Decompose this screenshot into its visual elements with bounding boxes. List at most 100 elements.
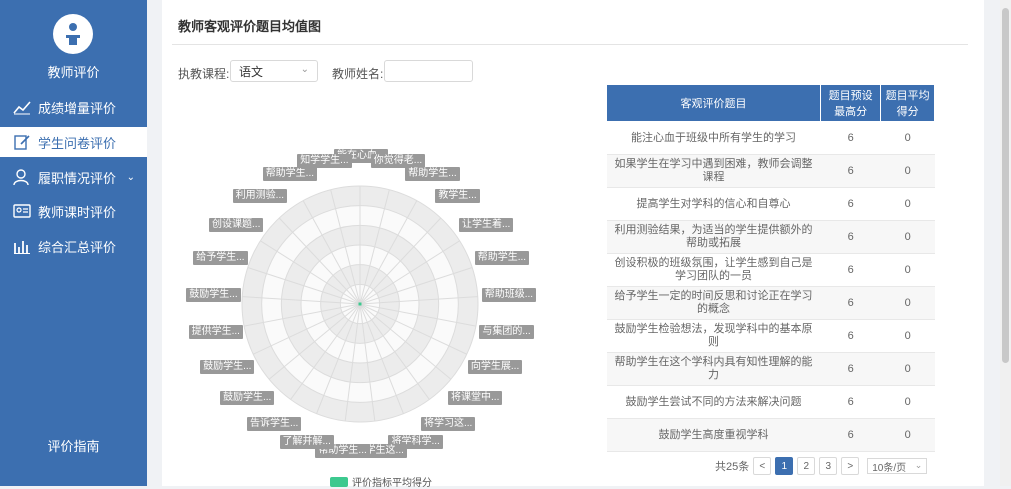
radar-axis-label: 帮助学生... xyxy=(405,167,460,182)
chart-legend[interactable]: 评价指标平均得分 xyxy=(330,474,432,489)
radar-axis-label: 了解并解... xyxy=(279,434,334,449)
sidebar-item-label: 综合汇总评价 xyxy=(38,239,117,255)
sidebar-item-label: 学生问卷评价 xyxy=(38,135,117,151)
sidebar-item-student-survey[interactable]: 学生问卷评价 xyxy=(0,127,147,157)
legend-label: 评价指标平均得分 xyxy=(352,478,432,489)
radar-axis-label: 鼓励学生... xyxy=(200,360,255,374)
indicator-cell: 创设积极的班级氛围，让学生感到自己是学习团队的一员 xyxy=(606,253,821,287)
indicator-cell: 鼓励学生尝试不同的方法来解决问题 xyxy=(606,385,821,419)
radar-axis-label: 利用测验... xyxy=(232,189,288,204)
column-header: 题目平均得分 xyxy=(880,84,935,122)
user-icon xyxy=(12,167,32,187)
radar-axis-label: 与集团的... xyxy=(479,324,534,339)
max-score-cell: 6 xyxy=(820,385,881,419)
bar-chart-icon xyxy=(12,236,32,256)
avg-score-cell: 0 xyxy=(880,385,935,419)
sidebar-item-summary[interactable]: 综合汇总评价 xyxy=(0,231,147,261)
page-size-select[interactable]: 10条/页 ⌄ xyxy=(867,458,928,474)
trend-icon xyxy=(12,97,32,117)
avg-score-cell: 0 xyxy=(880,154,935,188)
sidebar-item-label: 教师课时评价 xyxy=(38,204,117,220)
table-header-row: 客观评价题目 题目预设最高分 题目平均得分 xyxy=(606,84,935,122)
teacher-label: 教师姓名: xyxy=(332,67,384,81)
indicator-cell: 鼓励学生检验想法，发现学科中的基本原则 xyxy=(606,319,821,353)
avg-score-cell: 0 xyxy=(880,352,935,386)
avg-score-cell: 0 xyxy=(880,253,935,287)
chevron-down-icon: ⌄ xyxy=(300,64,309,75)
table-row: 创设积极的班级氛围，让学生感到自己是学习团队的一员 6 0 xyxy=(606,253,935,287)
page-button[interactable]: 2 xyxy=(797,457,816,475)
sidebar: 教师评价 成绩增量评价 学生问卷评价 履职情况评价 ⌄ 教师课时评价 综合汇总评… xyxy=(0,0,147,486)
table-row: 能注心血于班级中所有学生的学习 6 0 xyxy=(606,121,935,155)
radar-axis-label: 鼓励学生... xyxy=(219,391,275,406)
next-page-button[interactable]: > xyxy=(841,457,860,475)
max-score-cell: 6 xyxy=(820,319,881,353)
radar-axis-label: 将课堂中... xyxy=(448,391,503,406)
chevron-down-icon: ⌄ xyxy=(914,460,923,470)
pagination: 共25条 < 1 2 3 > 10条/页 ⌄ xyxy=(715,457,928,475)
teacher-podium-icon xyxy=(66,23,80,45)
page-button[interactable]: 3 xyxy=(819,457,838,475)
radar-axis-label: 帮助班级... xyxy=(481,287,537,302)
indicator-cell: 帮助学生在这个学科内具有知性理解的能力 xyxy=(606,352,821,386)
radar-axis-label: 提供学生... xyxy=(188,324,243,339)
legend-swatch xyxy=(330,476,348,487)
course-label: 执教课程: xyxy=(178,67,230,81)
max-score-cell: 6 xyxy=(820,121,881,155)
indicator-cell: 鼓励学生高度重视学科 xyxy=(606,418,821,452)
edit-icon xyxy=(12,132,32,152)
radar-axis-label: 将学习这... xyxy=(420,416,476,431)
radar-axis-label: 鼓励学生... xyxy=(186,287,241,302)
course-select[interactable]: 语文 ⌄ xyxy=(230,60,318,82)
sidebar-item-label: 成绩增量评价 xyxy=(38,100,117,116)
radar-point[interactable] xyxy=(358,302,362,306)
course-select-value: 语文 xyxy=(239,64,264,79)
page-title: 教师客观评价题目均值图 xyxy=(178,19,322,34)
max-score-cell: 6 xyxy=(820,220,881,254)
max-score-cell: 6 xyxy=(820,352,881,386)
max-score-cell: 6 xyxy=(820,253,881,287)
total-count: 共25条 xyxy=(715,461,750,473)
indicator-cell: 如果学生在学习中遇到困难，教师会调整课程 xyxy=(606,154,821,188)
table-row: 提高学生对学科的信心和自尊心 6 0 xyxy=(606,187,935,221)
indicator-table: 客观评价题目 题目预设最高分 题目平均得分 能注心血于班级中所有学生的学习 6 0 如… xyxy=(606,84,935,452)
indicator-cell: 给予学生一定的时间反思和讨论正在学习的概念 xyxy=(606,286,821,320)
id-card-icon xyxy=(12,201,32,221)
radar-axis-label: 你觉得老... xyxy=(370,153,426,168)
indicator-cell: 提高学生对学科的信心和自尊心 xyxy=(606,187,821,221)
table-row: 利用测验结果，为适当的学生提供额外的帮助或拓展 6 0 xyxy=(606,220,935,254)
avg-score-cell: 0 xyxy=(880,319,935,353)
column-header: 客观评价题目 xyxy=(606,84,821,122)
teacher-name-input[interactable] xyxy=(384,60,473,82)
scrollbar-thumb[interactable] xyxy=(1002,8,1009,363)
divider xyxy=(172,44,968,45)
page-button[interactable]: 1 xyxy=(775,457,794,475)
sidebar-item-score-increment[interactable]: 成绩增量评价 xyxy=(0,92,147,122)
chevron-down-icon: ⌄ xyxy=(126,171,135,183)
radar-axis-label: 给予学生... xyxy=(193,251,248,266)
radar-axis-label: 帮助学生... xyxy=(474,251,530,266)
sidebar-item-duty[interactable]: 履职情况评价 ⌄ xyxy=(0,162,147,192)
sidebar-item-label: 履职情况评价 xyxy=(38,170,117,186)
table-row: 鼓励学生检验想法，发现学科中的基本原则 6 0 xyxy=(606,319,935,353)
avg-score-cell: 0 xyxy=(880,121,935,155)
table-body: 能注心血于班级中所有学生的学习 6 0 如果学生在学习中遇到困难，教师会调整课程 6 0 提… xyxy=(606,121,935,452)
table-row: 鼓励学生尝试不同的方法来解决问题 6 0 xyxy=(606,385,935,419)
avg-score-cell: 0 xyxy=(880,187,935,221)
table-row: 如果学生在学习中遇到困难，教师会调整课程 6 0 xyxy=(606,154,935,188)
column-header: 题目预设最高分 xyxy=(819,84,882,122)
table-row: 帮助学生在这个学科内具有知性理解的能力 6 0 xyxy=(606,352,935,386)
evaluation-guide-link[interactable]: 评价指南 xyxy=(0,436,147,455)
main-card: 教师客观评价题目均值图 执教课程: 语文 ⌄ 教师姓名: 能在心血... 你觉得老… xyxy=(162,0,984,489)
indicator-cell: 能注心血于班级中所有学生的学习 xyxy=(606,121,821,155)
max-score-cell: 6 xyxy=(820,187,881,221)
prev-page-button[interactable]: < xyxy=(753,457,772,475)
radar-axis-label: 告诉学生... xyxy=(247,416,302,431)
avg-score-cell: 0 xyxy=(880,418,935,452)
scrollbar[interactable] xyxy=(1000,0,1011,486)
sidebar-item-class-hours[interactable]: 教师课时评价 xyxy=(0,196,147,226)
radar-chart: 能在心血... 你觉得老... 帮助学生... 教学生... 让学生着... 帮助学生..… xyxy=(174,149,574,470)
indicator-cell: 利用测验结果，为适当的学生提供额外的帮助或拓展 xyxy=(606,220,821,254)
table-row: 鼓励学生高度重视学科 6 0 xyxy=(606,418,935,452)
radar-axis-label: 教学生... xyxy=(435,189,480,204)
